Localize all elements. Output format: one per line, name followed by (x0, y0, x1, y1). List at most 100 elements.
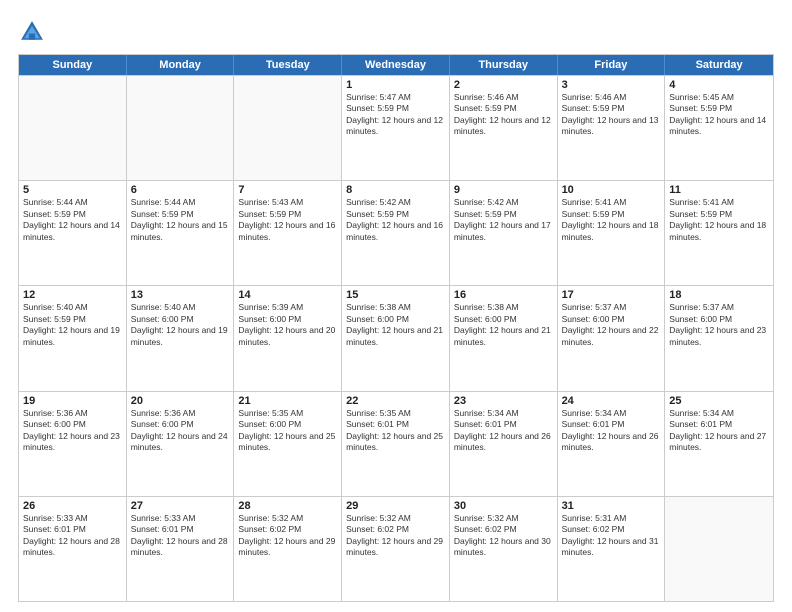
header-day-wednesday: Wednesday (342, 55, 450, 75)
header-day-friday: Friday (558, 55, 666, 75)
day-cell-2: 2Sunrise: 5:46 AM Sunset: 5:59 PM Daylig… (450, 76, 558, 180)
day-number: 26 (23, 500, 122, 512)
day-info: Sunrise: 5:39 AM Sunset: 6:00 PM Dayligh… (238, 302, 337, 348)
day-cell-13: 13Sunrise: 5:40 AM Sunset: 6:00 PM Dayli… (127, 286, 235, 390)
calendar-body: 1Sunrise: 5:47 AM Sunset: 5:59 PM Daylig… (19, 75, 773, 601)
calendar: SundayMondayTuesdayWednesdayThursdayFrid… (18, 54, 774, 602)
day-number: 24 (562, 395, 661, 407)
page: SundayMondayTuesdayWednesdayThursdayFrid… (0, 0, 792, 612)
day-info: Sunrise: 5:38 AM Sunset: 6:00 PM Dayligh… (454, 302, 553, 348)
day-info: Sunrise: 5:46 AM Sunset: 5:59 PM Dayligh… (562, 92, 661, 138)
day-cell-12: 12Sunrise: 5:40 AM Sunset: 5:59 PM Dayli… (19, 286, 127, 390)
day-info: Sunrise: 5:43 AM Sunset: 5:59 PM Dayligh… (238, 197, 337, 243)
day-info: Sunrise: 5:36 AM Sunset: 6:00 PM Dayligh… (23, 408, 122, 454)
day-info: Sunrise: 5:34 AM Sunset: 6:01 PM Dayligh… (669, 408, 769, 454)
day-number: 27 (131, 500, 230, 512)
day-cell-26: 26Sunrise: 5:33 AM Sunset: 6:01 PM Dayli… (19, 497, 127, 601)
day-cell-27: 27Sunrise: 5:33 AM Sunset: 6:01 PM Dayli… (127, 497, 235, 601)
day-number: 10 (562, 184, 661, 196)
day-number: 25 (669, 395, 769, 407)
header-day-saturday: Saturday (665, 55, 773, 75)
day-number: 11 (669, 184, 769, 196)
day-number: 20 (131, 395, 230, 407)
day-number: 1 (346, 79, 445, 91)
day-info: Sunrise: 5:33 AM Sunset: 6:01 PM Dayligh… (23, 513, 122, 559)
day-number: 29 (346, 500, 445, 512)
day-number: 22 (346, 395, 445, 407)
day-number: 23 (454, 395, 553, 407)
calendar-header: SundayMondayTuesdayWednesdayThursdayFrid… (19, 55, 773, 75)
day-cell-31: 31Sunrise: 5:31 AM Sunset: 6:02 PM Dayli… (558, 497, 666, 601)
day-info: Sunrise: 5:40 AM Sunset: 6:00 PM Dayligh… (131, 302, 230, 348)
day-info: Sunrise: 5:34 AM Sunset: 6:01 PM Dayligh… (562, 408, 661, 454)
day-info: Sunrise: 5:38 AM Sunset: 6:00 PM Dayligh… (346, 302, 445, 348)
day-number: 21 (238, 395, 337, 407)
day-number: 7 (238, 184, 337, 196)
day-info: Sunrise: 5:46 AM Sunset: 5:59 PM Dayligh… (454, 92, 553, 138)
day-cell-9: 9Sunrise: 5:42 AM Sunset: 5:59 PM Daylig… (450, 181, 558, 285)
day-cell-7: 7Sunrise: 5:43 AM Sunset: 5:59 PM Daylig… (234, 181, 342, 285)
day-cell-10: 10Sunrise: 5:41 AM Sunset: 5:59 PM Dayli… (558, 181, 666, 285)
day-cell-21: 21Sunrise: 5:35 AM Sunset: 6:00 PM Dayli… (234, 392, 342, 496)
day-info: Sunrise: 5:41 AM Sunset: 5:59 PM Dayligh… (669, 197, 769, 243)
day-info: Sunrise: 5:32 AM Sunset: 6:02 PM Dayligh… (346, 513, 445, 559)
day-number: 12 (23, 289, 122, 301)
day-cell-8: 8Sunrise: 5:42 AM Sunset: 5:59 PM Daylig… (342, 181, 450, 285)
week-row-5: 26Sunrise: 5:33 AM Sunset: 6:01 PM Dayli… (19, 496, 773, 601)
logo (18, 18, 50, 46)
day-cell-25: 25Sunrise: 5:34 AM Sunset: 6:01 PM Dayli… (665, 392, 773, 496)
day-cell-4: 4Sunrise: 5:45 AM Sunset: 5:59 PM Daylig… (665, 76, 773, 180)
empty-cell-4-6 (665, 497, 773, 601)
day-cell-19: 19Sunrise: 5:36 AM Sunset: 6:00 PM Dayli… (19, 392, 127, 496)
day-cell-22: 22Sunrise: 5:35 AM Sunset: 6:01 PM Dayli… (342, 392, 450, 496)
day-cell-1: 1Sunrise: 5:47 AM Sunset: 5:59 PM Daylig… (342, 76, 450, 180)
day-number: 17 (562, 289, 661, 301)
day-info: Sunrise: 5:44 AM Sunset: 5:59 PM Dayligh… (131, 197, 230, 243)
empty-cell-0-1 (127, 76, 235, 180)
day-info: Sunrise: 5:35 AM Sunset: 6:00 PM Dayligh… (238, 408, 337, 454)
day-cell-29: 29Sunrise: 5:32 AM Sunset: 6:02 PM Dayli… (342, 497, 450, 601)
day-info: Sunrise: 5:44 AM Sunset: 5:59 PM Dayligh… (23, 197, 122, 243)
week-row-3: 12Sunrise: 5:40 AM Sunset: 5:59 PM Dayli… (19, 285, 773, 390)
day-cell-20: 20Sunrise: 5:36 AM Sunset: 6:00 PM Dayli… (127, 392, 235, 496)
header-day-tuesday: Tuesday (234, 55, 342, 75)
day-cell-15: 15Sunrise: 5:38 AM Sunset: 6:00 PM Dayli… (342, 286, 450, 390)
day-number: 16 (454, 289, 553, 301)
day-number: 6 (131, 184, 230, 196)
day-cell-3: 3Sunrise: 5:46 AM Sunset: 5:59 PM Daylig… (558, 76, 666, 180)
header (18, 18, 774, 46)
day-cell-11: 11Sunrise: 5:41 AM Sunset: 5:59 PM Dayli… (665, 181, 773, 285)
logo-icon (18, 18, 46, 46)
day-number: 18 (669, 289, 769, 301)
week-row-2: 5Sunrise: 5:44 AM Sunset: 5:59 PM Daylig… (19, 180, 773, 285)
header-day-sunday: Sunday (19, 55, 127, 75)
day-info: Sunrise: 5:35 AM Sunset: 6:01 PM Dayligh… (346, 408, 445, 454)
day-info: Sunrise: 5:47 AM Sunset: 5:59 PM Dayligh… (346, 92, 445, 138)
empty-cell-0-2 (234, 76, 342, 180)
day-cell-28: 28Sunrise: 5:32 AM Sunset: 6:02 PM Dayli… (234, 497, 342, 601)
day-cell-23: 23Sunrise: 5:34 AM Sunset: 6:01 PM Dayli… (450, 392, 558, 496)
day-number: 31 (562, 500, 661, 512)
day-info: Sunrise: 5:36 AM Sunset: 6:00 PM Dayligh… (131, 408, 230, 454)
day-cell-17: 17Sunrise: 5:37 AM Sunset: 6:00 PM Dayli… (558, 286, 666, 390)
day-info: Sunrise: 5:42 AM Sunset: 5:59 PM Dayligh… (454, 197, 553, 243)
day-cell-14: 14Sunrise: 5:39 AM Sunset: 6:00 PM Dayli… (234, 286, 342, 390)
header-day-thursday: Thursday (450, 55, 558, 75)
empty-cell-0-0 (19, 76, 127, 180)
day-info: Sunrise: 5:37 AM Sunset: 6:00 PM Dayligh… (562, 302, 661, 348)
day-number: 15 (346, 289, 445, 301)
day-cell-24: 24Sunrise: 5:34 AM Sunset: 6:01 PM Dayli… (558, 392, 666, 496)
day-number: 5 (23, 184, 122, 196)
day-number: 19 (23, 395, 122, 407)
day-info: Sunrise: 5:45 AM Sunset: 5:59 PM Dayligh… (669, 92, 769, 138)
day-number: 4 (669, 79, 769, 91)
day-info: Sunrise: 5:31 AM Sunset: 6:02 PM Dayligh… (562, 513, 661, 559)
day-info: Sunrise: 5:33 AM Sunset: 6:01 PM Dayligh… (131, 513, 230, 559)
day-cell-5: 5Sunrise: 5:44 AM Sunset: 5:59 PM Daylig… (19, 181, 127, 285)
day-info: Sunrise: 5:32 AM Sunset: 6:02 PM Dayligh… (238, 513, 337, 559)
day-number: 28 (238, 500, 337, 512)
day-cell-6: 6Sunrise: 5:44 AM Sunset: 5:59 PM Daylig… (127, 181, 235, 285)
day-cell-18: 18Sunrise: 5:37 AM Sunset: 6:00 PM Dayli… (665, 286, 773, 390)
day-info: Sunrise: 5:40 AM Sunset: 5:59 PM Dayligh… (23, 302, 122, 348)
day-number: 30 (454, 500, 553, 512)
